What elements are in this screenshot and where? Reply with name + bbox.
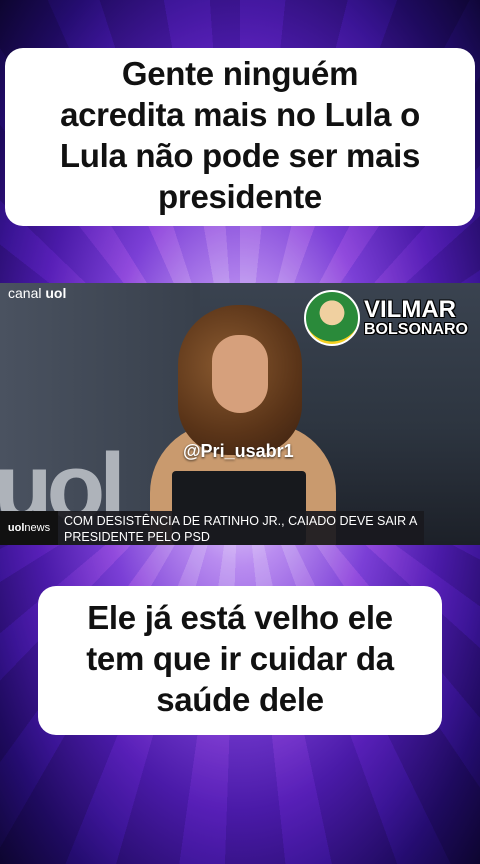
top-caption: Gente ninguém acredita mais no Lula o Lu… xyxy=(5,48,475,226)
creator-name-line-1: VILMAR xyxy=(364,296,456,323)
top-caption-line-1: Gente ninguém xyxy=(121,55,359,92)
presenter-face xyxy=(212,335,268,413)
bottom-caption-line-2: tem que ir cuidar da xyxy=(86,639,394,677)
avatar xyxy=(304,290,360,346)
channel-logo-brand: uol xyxy=(45,285,67,301)
creator-badge[interactable]: VILMAR BOLSONARO xyxy=(304,290,468,346)
top-caption-line-3: Lula não pode ser mais xyxy=(59,136,421,174)
channel-logo: canal uol xyxy=(8,285,66,301)
news-ticker: uol news COM DESISTÊNCIA DE RATINHO JR., … xyxy=(0,511,480,545)
bottom-caption-line-1: Ele já está velho ele xyxy=(87,599,393,636)
ticker-brand-suffix: news xyxy=(24,522,51,534)
bottom-caption: Ele já está velho ele tem que ir cuidar … xyxy=(38,586,442,735)
ticker-brand-name: uol xyxy=(7,522,25,534)
watermark-handle: @Pri_usabr1 xyxy=(183,441,294,461)
ticker-brand: uol news xyxy=(0,511,58,545)
creator-name: VILMAR BOLSONARO xyxy=(364,298,468,338)
ticker-headline: COM DESISTÊNCIA DE RATINHO JR., CAIADO D… xyxy=(58,511,424,545)
channel-logo-prefix: canal xyxy=(8,285,42,301)
creator-name-line-2: BOLSONARO xyxy=(364,321,468,338)
top-caption-line-4: presidente xyxy=(158,177,322,215)
top-caption-line-2: acredita mais no Lula o xyxy=(60,95,420,133)
bottom-caption-line-3: saúde dele xyxy=(156,680,324,718)
